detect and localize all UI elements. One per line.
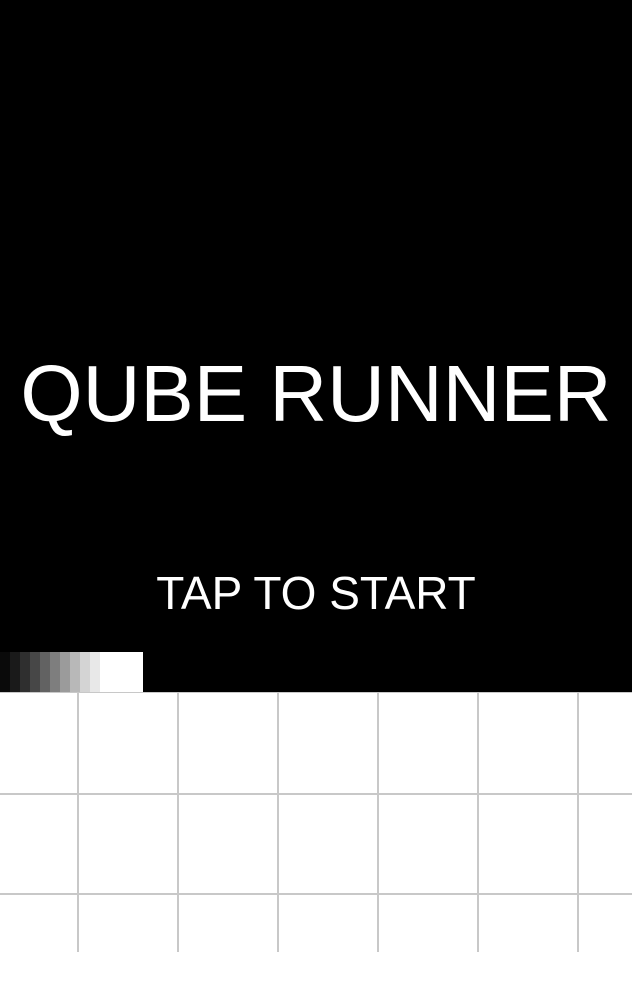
trail-segment [30,652,40,692]
trail-segment [80,652,90,692]
trail-segment [10,652,20,692]
player-cube [100,652,143,692]
trail-segment [20,652,30,692]
trail-segment [70,652,80,692]
trail-segment [90,652,100,692]
grid-lines [0,693,632,953]
tap-to-start-button[interactable]: TAP TO START [0,566,632,620]
ground-grid [0,692,632,953]
game-screen[interactable]: QUBE RUNNER TAP TO START [0,0,632,982]
trail-segment [50,652,60,692]
trail-segment [60,652,70,692]
game-title: QUBE RUNNER [20,349,612,438]
trail-segment [40,652,50,692]
bottom-area [0,952,632,982]
trail-segment [0,652,10,692]
player-cube-icon [0,652,143,692]
